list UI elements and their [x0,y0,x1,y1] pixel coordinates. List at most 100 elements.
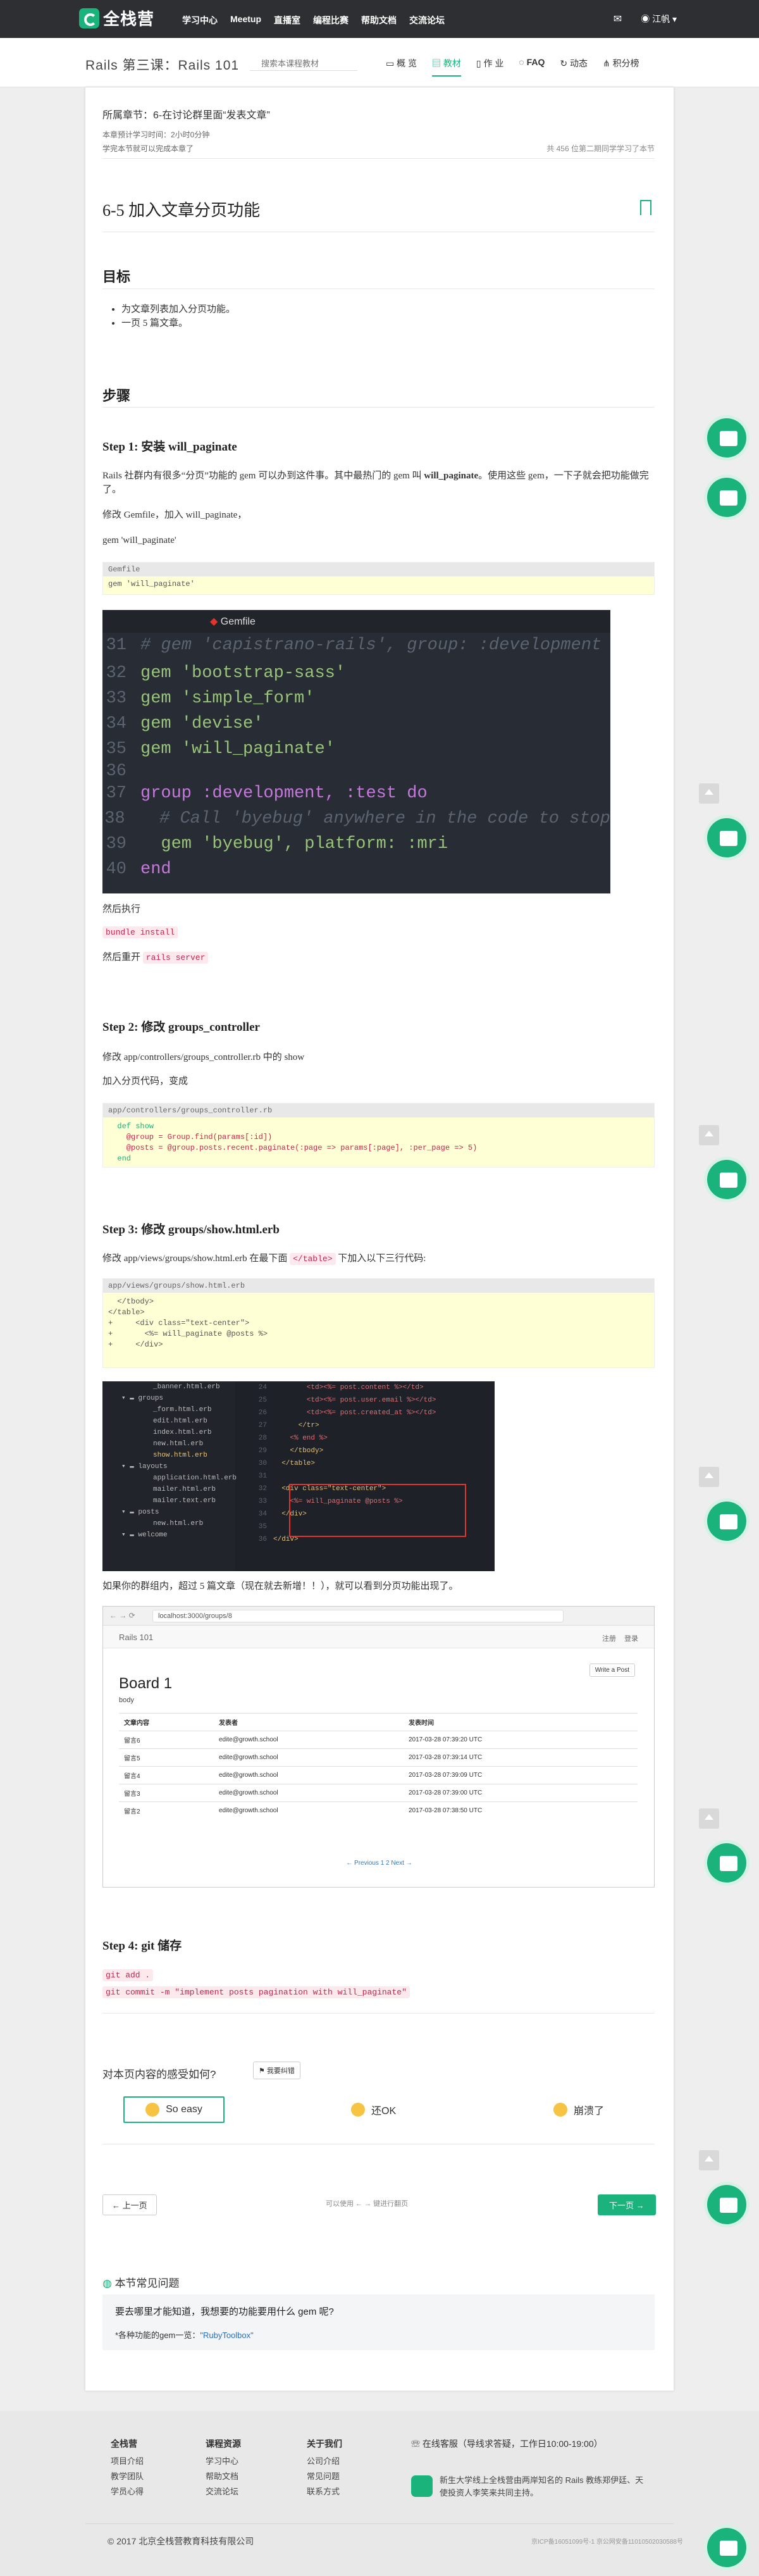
folder-item: ▾ ▬ groups [121,1395,164,1402]
footer-link[interactable]: 项目介绍 [111,2454,144,2469]
chat-float-button[interactable] [707,478,746,517]
line-text: end [140,860,171,879]
book-icon: ▤ [432,58,443,68]
chat-float-button[interactable] [707,1502,746,1541]
controller-code: app/controllers/groups_controller.rb def… [102,1103,655,1167]
table-cell: 留言4 [124,1773,140,1780]
nav-link-learning[interactable]: 学习中心 [182,14,218,27]
board-desc: body [119,1696,134,1704]
faq-question: 要去哪里才能知道，我想要的功能要用什么 gem 呢? [115,2306,334,2317]
tab-label: 作 业 [483,58,504,68]
tab-faq[interactable]: ◌ FAQ [519,57,545,77]
table-cell: 2017-03-28 07:39:00 UTC [409,1789,483,1796]
user-icon: ◉ [641,14,653,24]
footer-link[interactable]: 帮助文档 [206,2469,241,2484]
table-cell: 发表时间 [409,1720,434,1727]
step1-intro: Rails 社群内有很多“分页”功能的 gem 可以办到这件事。其中最热门的 g… [102,469,655,497]
rubytoolbox-link[interactable]: "RubyToolbox" [200,2330,253,2340]
line-text: gem 'byebug', platform: :mri [140,835,448,854]
code-line: + </div> [108,1340,163,1349]
code-line: end [108,1154,132,1163]
browser-chrome: ← → ⟳ localhost:3000/groups/8 [103,1607,654,1626]
footer-link[interactable]: 学员心得 [111,2484,144,2499]
app-brand: Rails 101 [119,1633,154,1642]
bookmark-icon[interactable] [640,200,651,215]
back-to-top-icon[interactable] [699,1467,719,1487]
app-login: 登录 [624,1635,638,1643]
report-error-button[interactable]: ⚑ 我要纠错 [253,2062,300,2079]
line-number: 24 [258,1384,267,1391]
file-item: _banner.html.erb [153,1383,220,1391]
tab-material[interactable]: ▤ 教材 [432,57,461,77]
chat-float-button[interactable] [707,1160,746,1199]
back-to-top-icon[interactable] [699,1808,719,1829]
course-bar: Rails 第三课：Rails 101 ▭ 概 览 ▤ 教材 ▯ 作 业 ◌ F… [0,38,759,87]
course-search-input[interactable] [250,57,357,71]
footer-link[interactable]: 联系方式 [307,2484,342,2499]
back-to-top-icon[interactable] [699,1125,719,1145]
tab-label: 动态 [570,58,588,68]
code-line: + <div class="text-center"> [108,1319,250,1328]
nav-link-contest[interactable]: 编程比赛 [313,14,349,27]
goal-item: 一页 5 篇文章。 [121,316,655,330]
footer-logo-icon [411,2475,433,2497]
editor-line: 35 gem 'will_paginate' [102,737,610,762]
back-to-top-icon[interactable] [699,783,719,804]
nav-link-live[interactable]: 直播室 [274,14,300,27]
logo[interactable]: 全栈营 [79,6,154,30]
feedback-ok[interactable]: 还OK [351,2096,396,2123]
feedback-crash[interactable]: 崩溃了 [553,2096,604,2123]
editor-line: 40 end [102,857,610,882]
file-item: show.html.erb [153,1452,207,1459]
line-text: group :development, :test do [140,784,428,803]
text: 修改 app/views/groups/show.html.erb 在最下面 [102,1254,290,1264]
footer-link[interactable]: 学习中心 [206,2454,241,2469]
nav-link-forum[interactable]: 交流论坛 [409,14,445,27]
feedback-label: 崩溃了 [574,2106,605,2117]
browser-screenshot: ← → ⟳ localhost:3000/groups/8 Rails 101 … [102,1606,655,1888]
user-name: 江帆 ▾ [652,14,677,24]
nav-link-docs[interactable]: 帮助文档 [361,14,397,27]
copyright: © 2017 北京全栈营教育科技有限公司 [108,2536,254,2546]
tab-activity[interactable]: ↻ 动态 [560,57,588,77]
chat-float-button[interactable] [707,2185,746,2224]
footer-link[interactable]: 教学团队 [111,2469,144,2484]
text: 下加入以下三行代码: [335,1254,426,1264]
chat-float-button[interactable] [707,418,746,457]
chat-float-button[interactable] [707,2528,746,2567]
user-menu[interactable]: ◉ 江帆 ▾ [641,13,677,25]
file-item: new.html.erb [153,1520,204,1528]
prev-page-button[interactable]: ← 上一页 [102,2194,157,2215]
table-cell: 留言6 [124,1738,140,1745]
line-number: 36 [106,762,126,781]
step3-after: 如果你的群组内，超过 5 篇文章（现在就去新增！！），就可以看到分页功能出现了。 [102,1581,459,1591]
chat-float-button[interactable] [707,818,746,857]
editor-lines: 31 # gem 'capistrano-rails', group: :deve… [102,633,610,882]
nav-link-meetup[interactable]: Meetup [230,14,261,27]
footer: 全栈营 项目介绍 教学团队 学员心得 课程资源 学习中心 帮助文档 交流论坛 关于我们 公司介… [0,2411,759,2576]
editor-line: 39 gem 'byebug', platform: :mri [102,831,610,857]
tab-overview[interactable]: ▭ 概 览 [386,57,417,77]
table-row: 留言2 edite@growth.school 2017-03-28 07:38:5… [119,1801,638,1819]
footer-link[interactable]: 交流论坛 [206,2484,241,2499]
arrow-right-icon: → [634,2201,645,2210]
feedback-easy[interactable]: So easy [123,2096,225,2123]
tab-leaderboard[interactable]: ⋔ 积分榜 [603,57,639,77]
code-line: <% end %> [273,1434,328,1442]
footer-link[interactable]: 公司介绍 [307,2454,342,2469]
chat-float-button[interactable] [707,1843,746,1882]
line-number: 39 [106,835,126,854]
cmd-line: bundle install [102,926,655,938]
editor-line: 33 gem 'simple_form' [102,686,610,711]
customer-service[interactable]: ☏ 在线客服（导线求答疑，工作日10:00-19:00） [411,2437,603,2450]
faq-box: 要去哪里才能知道，我想要的功能要用什么 gem 呢? *各种功能的gem一览："… [102,2294,655,2350]
mail-icon[interactable]: ✉ [614,13,622,25]
tab-homework[interactable]: ▯ 作 业 [476,57,503,77]
code-line: @group = Group.find(params[:id]) [108,1133,273,1142]
file-item: application.html.erb [153,1474,237,1482]
next-page-button[interactable]: 下一页 → [598,2194,656,2215]
goal-item: 为文章列表加入分页功能。 [121,302,655,316]
editor-line: 38 # Call 'byebug' anywhere in the code … [102,806,610,831]
footer-link[interactable]: 常见问题 [307,2469,342,2484]
back-to-top-icon[interactable] [699,2150,719,2170]
